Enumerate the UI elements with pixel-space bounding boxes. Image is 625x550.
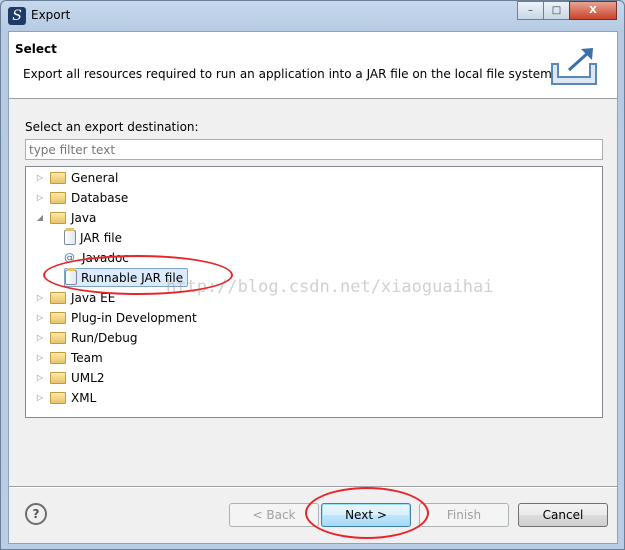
folder-icon	[50, 211, 66, 224]
tree-item-label: XML	[71, 390, 97, 405]
tree-item[interactable]: ▷ Plug-in Development	[34, 308, 197, 327]
folder-icon	[50, 291, 66, 304]
tree-item[interactable]: ▷ XML	[34, 388, 96, 407]
tree-item-label: Plug-in Development	[71, 310, 197, 325]
close-button[interactable]: X	[569, 1, 617, 20]
tree-item[interactable]: ▷ Java EE	[34, 288, 115, 307]
tree-item-label: General	[71, 170, 119, 185]
collapsed-arrow-icon[interactable]: ▷	[34, 173, 46, 182]
folder-icon	[50, 351, 66, 364]
tree-item[interactable]: ▷ General	[34, 168, 118, 187]
minimize-button[interactable]: –	[517, 1, 544, 20]
tree-item-label: Run/Debug	[71, 330, 138, 345]
page-title: Select	[15, 42, 57, 56]
wizard-header: Select Export all resources required to …	[9, 32, 617, 99]
tree-item-label: Team	[71, 350, 103, 365]
jar-icon	[65, 268, 77, 285]
maximize-button[interactable]: □	[543, 1, 570, 20]
collapsed-arrow-icon[interactable]: ▷	[34, 293, 46, 302]
tree-item[interactable]: Runnable JAR file	[64, 268, 189, 287]
jar-icon	[64, 228, 76, 245]
javadoc-icon: @	[64, 251, 75, 264]
page-description: Export all resources required to run an …	[23, 67, 556, 81]
filter-input[interactable]	[25, 139, 603, 160]
folder-icon	[50, 311, 66, 324]
tree-item[interactable]: ◢ Java	[34, 208, 96, 227]
window-title: Export	[31, 8, 71, 22]
help-icon[interactable]: ?	[25, 503, 47, 525]
collapsed-arrow-icon[interactable]: ▷	[34, 393, 46, 402]
dialog-body: Select Export all resources required to …	[8, 31, 618, 544]
tree-item[interactable]: ▷ UML2	[34, 368, 105, 387]
eclipse-app-icon: S	[8, 7, 26, 25]
folder-icon	[50, 191, 66, 204]
folder-icon	[50, 391, 66, 404]
collapsed-arrow-icon[interactable]: ▷	[34, 353, 46, 362]
tree-item-label: Database	[71, 190, 129, 205]
back-button[interactable]: < Back	[229, 503, 319, 527]
destination-label: Select an export destination:	[25, 120, 199, 134]
next-button[interactable]: Next >	[321, 503, 411, 527]
tree-item-label: Javadoc	[82, 250, 129, 265]
tree-item-label: Java EE	[71, 290, 116, 305]
tree-item-label: Java	[71, 210, 97, 225]
folder-icon	[50, 171, 66, 184]
collapsed-arrow-icon[interactable]: ▷	[34, 333, 46, 342]
tree-item-label: Runnable JAR file	[81, 270, 184, 285]
tree-item[interactable]: ▷ Database	[34, 188, 128, 207]
divider	[9, 486, 617, 488]
tree-item[interactable]: ▷ Run/Debug	[34, 328, 138, 347]
cancel-button[interactable]: Cancel	[518, 503, 608, 527]
tree-item-label: JAR file	[80, 230, 122, 245]
title-bar: S Export – □ X	[1, 1, 624, 31]
folder-icon	[50, 331, 66, 344]
expanded-arrow-icon[interactable]: ◢	[34, 213, 46, 222]
export-wizard-tree[interactable]: ▷ General ▷ Database ◢ Java JAR file @ Javadoc Ru…	[25, 166, 603, 418]
tree-item[interactable]: ▷ Team	[34, 348, 103, 367]
collapsed-arrow-icon[interactable]: ▷	[34, 313, 46, 322]
finish-button[interactable]: Finish	[419, 503, 509, 527]
tree-item[interactable]: JAR file	[64, 228, 122, 247]
collapsed-arrow-icon[interactable]: ▷	[34, 373, 46, 382]
tree-item[interactable]: @ Javadoc	[64, 248, 129, 267]
export-dialog: S Export – □ X Select Export all resourc…	[0, 0, 625, 550]
folder-icon	[50, 371, 66, 384]
collapsed-arrow-icon[interactable]: ▷	[34, 193, 46, 202]
export-icon	[551, 48, 597, 85]
tree-item-label: UML2	[71, 370, 105, 385]
